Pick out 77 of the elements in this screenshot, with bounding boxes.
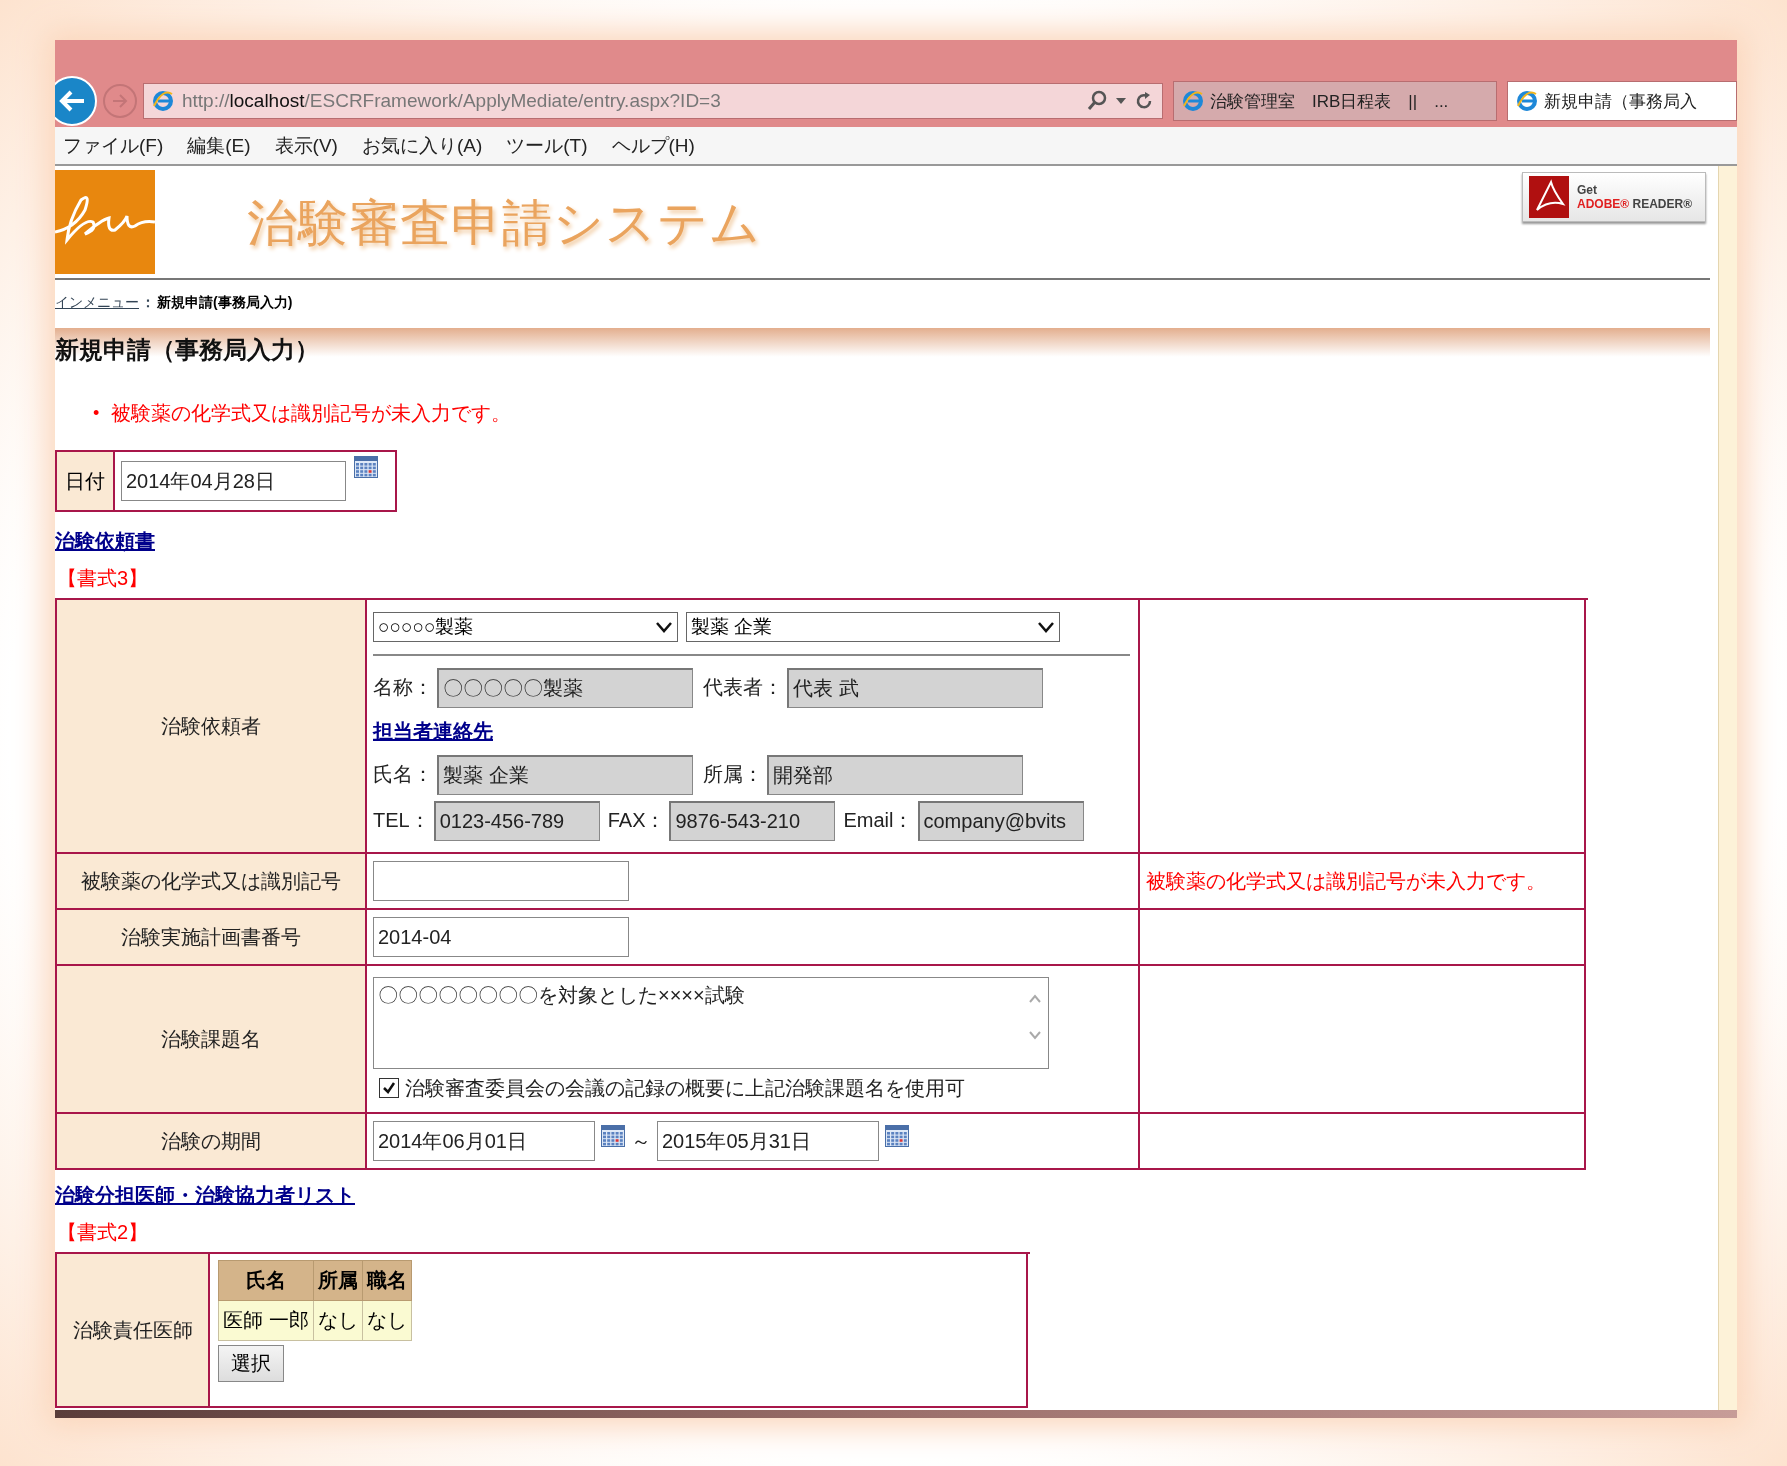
text-area[interactable]: 〇〇〇〇〇〇〇〇を対象とした××××試験 [373,976,1049,1069]
error-message: 被験薬の化学式又は識別記号が未入力です。 [1146,869,1546,894]
browser-tab[interactable]: 新規申請（事務局入 [1507,81,1737,121]
date-field[interactable]: 2015年05月31日 [657,1121,879,1161]
menu-item[interactable]: ヘルプ(H) [611,132,695,159]
page-heading: 新規申請（事務局入力） [55,335,319,365]
arrow-left-icon [58,89,86,113]
field-label: 所属： [703,762,763,787]
column-header: 氏名 [218,1260,314,1301]
checkbox[interactable] [379,1078,399,1098]
read-only-field: company@bvits [917,800,1084,841]
arrow-right-icon [111,93,129,109]
column-header: 職名 [362,1260,412,1301]
section-link[interactable]: 治験分担医師・治験協力者リスト [55,1182,355,1209]
breadcrumb-link[interactable]: インメニュー [55,294,139,312]
checkbox-label[interactable]: 治験審査委員会の会議の記録の概要に上記治験課題名を使用可 [405,1074,965,1102]
menu-item[interactable]: ツール(T) [506,132,588,159]
form-number: 【書式3】 [57,566,150,591]
calendar-icon[interactable] [354,456,378,478]
row-label: 治験課題名 [57,966,367,1114]
input-field[interactable]: 2014-04 [373,917,629,957]
table-cell: なし [313,1300,363,1341]
select-button[interactable]: 選択 [218,1345,284,1382]
read-only-field: 代表 武 [787,667,1043,708]
refresh-icon[interactable] [1134,91,1154,111]
calendar-icon[interactable] [601,1125,625,1147]
read-only-field: 製薬 企業 [437,754,693,795]
field-label: 氏名： [373,762,433,787]
scrollbar[interactable] [1718,166,1737,1410]
date-field[interactable]: 2014年06月01日 [373,1121,595,1161]
breadcrumb-current: 新規申請(事務局入力) [157,294,293,312]
table-cell: なし [362,1300,412,1341]
row-label: 治験責任医師 [57,1254,210,1408]
form-number: 【書式2】 [57,1220,150,1245]
browser-tab[interactable]: 治験管理室 IRB日程表 || ... [1173,81,1497,121]
field-label: Email： [843,808,914,833]
adobe-reader-badge[interactable]: Get ADOBE® READER® [1522,172,1706,222]
read-only-field: 9876-543-210 [669,800,836,841]
row-label: 治験実施計画書番号 [57,910,367,966]
dropdown[interactable]: ○○○○○製薬 [373,611,678,642]
row-label: 被験薬の化学式又は識別記号 [57,854,367,910]
field-label: TEL： [373,808,430,833]
read-only-field: 〇〇〇〇〇製薬 [437,667,693,708]
chevron-down-icon [655,620,673,633]
back-button[interactable] [55,76,97,126]
column-header: 所属 [313,1260,363,1301]
table-cell: 医師 一郎 [218,1300,314,1341]
read-only-field: 開発部 [767,754,1023,795]
search-icon[interactable] [1086,90,1108,112]
row-label: 治験の期間 [57,1114,367,1170]
field-label: FAX： [607,808,666,833]
field-label: 代表者： [703,675,783,700]
bullet: • [93,401,100,425]
error-message: 被験薬の化学式又は識別記号が未入力です。 [111,401,512,426]
system-title: 治験審査申請システム [247,194,761,253]
section-link[interactable]: 治験依頼書 [55,528,155,555]
browser-icon [1516,90,1538,112]
input-field[interactable] [373,861,629,901]
date-label: 日付 [57,452,115,510]
breadcrumb-separator: ： [141,294,155,312]
dropdown-icon[interactable] [1116,97,1126,105]
dropdown[interactable]: 製薬 企業 [686,611,1060,642]
menu-item[interactable]: 表示(V) [274,132,338,159]
browser-icon [1182,90,1204,112]
range-separator: ～ [631,1128,651,1154]
browser-icon [152,90,174,112]
menu-item[interactable]: お気に入り(A) [361,132,483,159]
calendar-icon[interactable] [885,1125,909,1147]
read-only-field: 0123-456-789 [433,800,600,841]
date-field[interactable]: 2014年04月28日 [121,461,346,501]
contact-link[interactable]: 担当者連絡先 [373,717,493,745]
menu-item[interactable]: 編集(E) [187,132,251,159]
address-bar[interactable]: http://localhost/ESCRFramework/ApplyMediate/entry.aspx?ID=3 [143,83,1163,119]
chevron-down-icon [1037,620,1055,633]
menu-item[interactable]: ファイル(F) [63,132,164,159]
row-label: 治験依頼者 [57,600,367,854]
field-label: 名称： [373,675,433,700]
